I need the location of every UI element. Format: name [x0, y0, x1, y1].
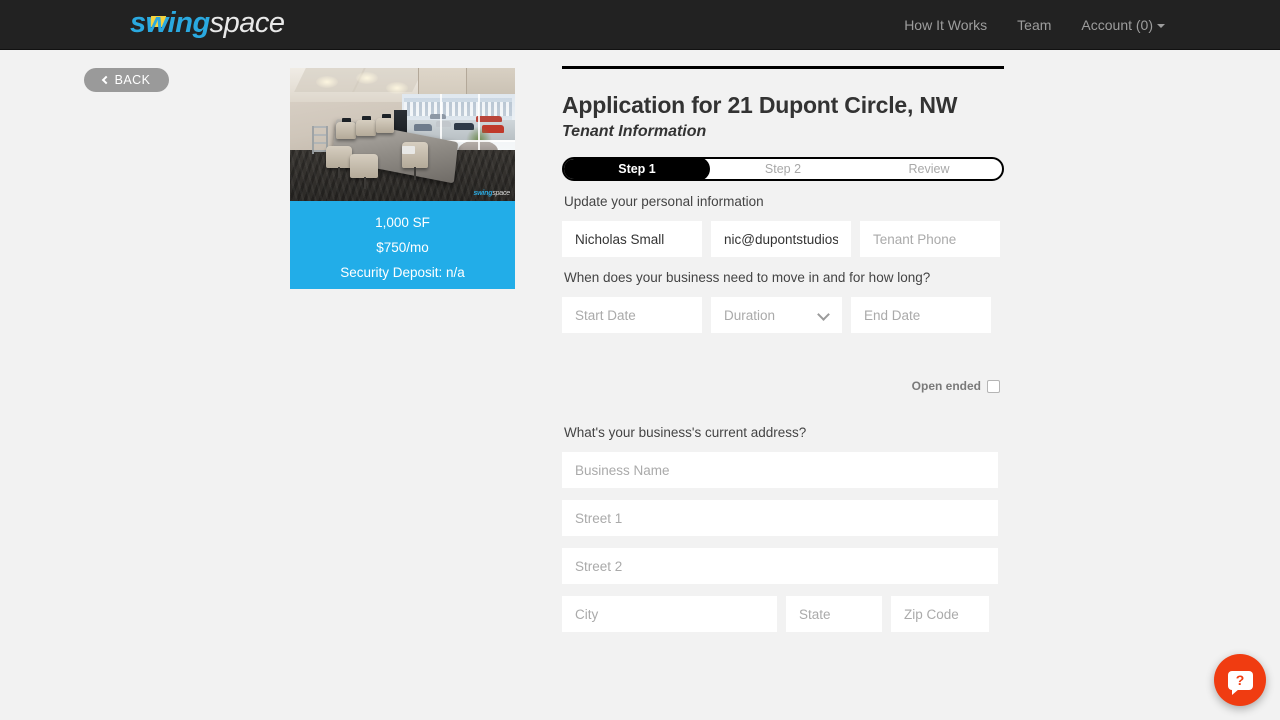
- street1-row: [562, 500, 1002, 536]
- city-state-zip-row: [562, 596, 1002, 632]
- step-1-tab[interactable]: Step 1: [564, 159, 710, 179]
- step-2-tab[interactable]: Step 2: [710, 159, 856, 179]
- state-input[interactable]: [786, 596, 882, 632]
- street2-row: [562, 548, 1002, 584]
- logo-space-text: space: [209, 7, 285, 39]
- nav-team[interactable]: Team: [1002, 0, 1066, 50]
- address-label: What's your business's current address?: [564, 425, 807, 440]
- nav-account-label: Account (0): [1081, 17, 1153, 33]
- property-price: $750/mo: [376, 240, 429, 255]
- divider: [562, 66, 1004, 69]
- move-in-row: [562, 297, 1002, 333]
- step-review-tab[interactable]: Review: [856, 159, 1002, 179]
- tenant-name-input[interactable]: [562, 221, 702, 257]
- personal-info-label: Update your personal information: [564, 194, 764, 209]
- help-chat-button[interactable]: ?: [1214, 654, 1266, 706]
- step-progress: Step 1 Step 2 Review: [562, 157, 1004, 181]
- nav-account[interactable]: Account (0): [1066, 0, 1180, 50]
- business-name-input[interactable]: [562, 452, 998, 488]
- watermark-space-text: space: [492, 190, 510, 197]
- open-ended-checkbox[interactable]: [987, 379, 1000, 393]
- tenant-email-input[interactable]: [711, 221, 851, 257]
- personal-info-row: [562, 221, 1002, 257]
- nav-team-label: Team: [1017, 17, 1052, 33]
- property-size: 1,000 SF: [375, 215, 430, 230]
- business-name-row: [562, 452, 1002, 488]
- property-photo: swingspace: [290, 68, 515, 201]
- nav-how-it-works[interactable]: How It Works: [889, 0, 1002, 50]
- street2-input[interactable]: [562, 548, 998, 584]
- logo-swing-text: swing: [130, 7, 210, 39]
- chevron-left-icon: [101, 75, 110, 84]
- duration-select[interactable]: [711, 297, 842, 333]
- nav-how-it-works-label: How It Works: [904, 17, 988, 33]
- property-details: 1,000 SF $750/mo Security Deposit: n/a: [290, 201, 515, 289]
- chevron-down-icon: [1157, 24, 1165, 29]
- primary-nav: How It Works Team Account (0): [889, 0, 1180, 50]
- application-form: Application for 21 Dupont Circle, NW Ten…: [562, 66, 1004, 632]
- property-card[interactable]: swingspace 1,000 SF $750/mo Security Dep…: [290, 68, 515, 289]
- back-button[interactable]: BACK: [84, 68, 169, 92]
- start-date-input[interactable]: [562, 297, 702, 333]
- photo-watermark: swingspace: [473, 190, 510, 197]
- page-subtitle: Tenant Information: [562, 123, 707, 140]
- open-ended-row: Open ended: [562, 379, 1002, 393]
- duration-select-wrapper: [711, 297, 842, 333]
- tenant-phone-input[interactable]: [860, 221, 1000, 257]
- watermark-swing-text: swing: [473, 190, 493, 197]
- city-input[interactable]: [562, 596, 777, 632]
- property-deposit: Security Deposit: n/a: [340, 265, 465, 280]
- zip-code-input[interactable]: [891, 596, 989, 632]
- page-title: Application for 21 Dupont Circle, NW: [562, 92, 958, 118]
- help-glyph: ?: [1235, 672, 1245, 688]
- street1-input[interactable]: [562, 500, 998, 536]
- back-button-label: BACK: [114, 73, 151, 87]
- open-ended-label: Open ended: [911, 379, 981, 393]
- question-bubble-icon: ?: [1227, 670, 1253, 695]
- logo[interactable]: swingspace: [130, 7, 285, 40]
- move-in-label: When does your business need to move in …: [564, 270, 931, 285]
- end-date-input[interactable]: [851, 297, 991, 333]
- site-header: swingspace How It Works Team Account (0): [0, 0, 1280, 50]
